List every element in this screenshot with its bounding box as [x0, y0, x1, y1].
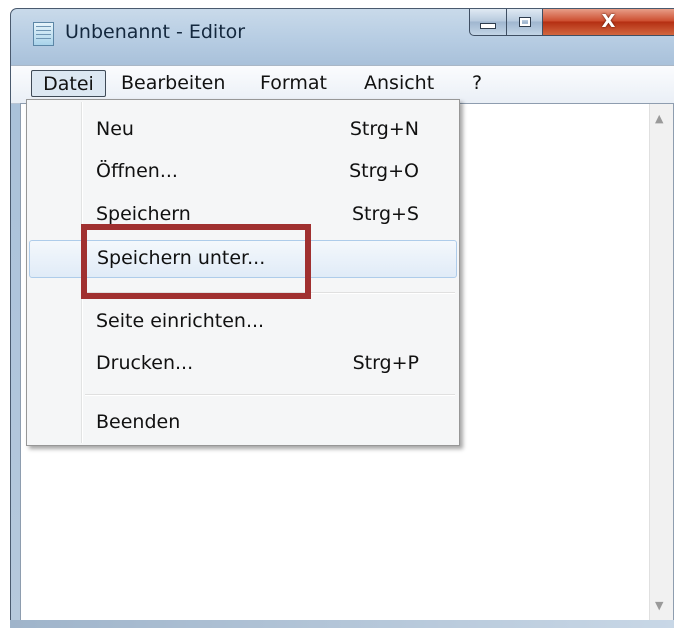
- scroll-down-arrow-icon[interactable]: ▼: [655, 599, 663, 612]
- menu-item-drucken[interactable]: Drucken... Strg+P: [29, 346, 457, 382]
- menu-item-oeffnen[interactable]: Öffnen... Strg+O: [29, 154, 457, 190]
- minimize-button[interactable]: [469, 9, 507, 36]
- close-icon: X: [601, 10, 616, 32]
- window-title: Unbenannt - Editor: [65, 21, 246, 43]
- menu-ansicht[interactable]: Ansicht: [364, 70, 434, 97]
- menu-item-shortcut: Strg+P: [352, 352, 419, 374]
- menu-item-shortcut: Strg+N: [349, 118, 419, 140]
- menu-item-shortcut: Strg+S: [351, 203, 419, 225]
- notepad-icon[interactable]: [33, 22, 54, 46]
- menu-item-beenden[interactable]: Beenden: [29, 405, 457, 441]
- annotation-highlight-box: [81, 224, 311, 299]
- maximize-button[interactable]: [507, 9, 543, 36]
- menu-item-label: Beenden: [96, 411, 181, 433]
- menu-separator: [85, 394, 455, 396]
- menu-item-label: Drucken...: [96, 352, 194, 374]
- minimize-icon: [480, 22, 496, 29]
- menu-datei[interactable]: Datei: [31, 70, 106, 97]
- vertical-scrollbar[interactable]: ▲ ▼: [649, 104, 673, 620]
- maximize-icon: [518, 16, 531, 27]
- close-button[interactable]: X: [543, 9, 674, 36]
- scroll-up-arrow-icon[interactable]: ▲: [655, 112, 663, 125]
- menu-item-shortcut: Strg+O: [349, 160, 419, 182]
- menu-bearbeiten[interactable]: Bearbeiten: [121, 70, 225, 97]
- menu-item-seite-einrichten[interactable]: Seite einrichten...: [29, 304, 457, 340]
- menu-item-neu[interactable]: Neu Strg+N: [29, 112, 457, 148]
- menu-item-label: Seite einrichten...: [96, 310, 265, 332]
- menu-item-label: Speichern: [96, 203, 191, 225]
- menu-item-label: Neu: [96, 118, 134, 140]
- title-bar[interactable]: Unbenannt - Editor X: [11, 9, 674, 61]
- menu-item-label: Öffnen...: [96, 160, 178, 182]
- menu-format[interactable]: Format: [260, 70, 327, 97]
- window-bottom-border: [10, 620, 674, 628]
- caption-buttons: X: [469, 9, 674, 38]
- menu-help[interactable]: ?: [472, 70, 482, 97]
